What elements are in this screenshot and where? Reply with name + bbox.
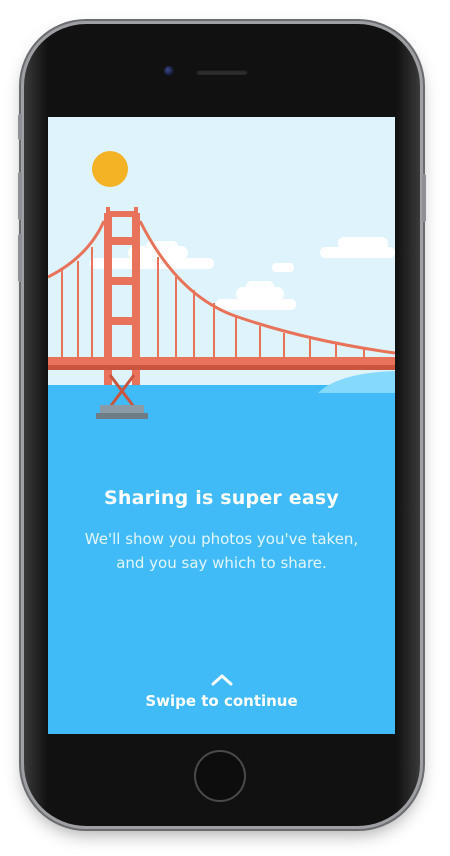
earpiece-speaker bbox=[196, 69, 248, 75]
mute-switch bbox=[18, 114, 22, 140]
home-button[interactable] bbox=[194, 750, 246, 802]
bridge-deck-shadow bbox=[48, 365, 395, 370]
swipe-to-continue-label[interactable]: Swipe to continue bbox=[48, 692, 395, 710]
phone-frame: Sharing is super easy We'll show you pho… bbox=[18, 24, 426, 826]
app-screen[interactable]: Sharing is super easy We'll show you pho… bbox=[48, 117, 395, 734]
sun-icon bbox=[92, 151, 128, 187]
page-description: We'll show you photos you've taken, and … bbox=[84, 530, 359, 572]
volume-up-button bbox=[18, 172, 22, 220]
front-camera bbox=[164, 66, 174, 76]
volume-down-button bbox=[18, 234, 22, 282]
bridge-pier bbox=[96, 413, 148, 419]
power-button bbox=[422, 174, 426, 222]
cloud-icon bbox=[272, 263, 294, 272]
page-title: Sharing is super easy bbox=[103, 487, 339, 509]
bridge-deck bbox=[48, 357, 395, 365]
chevron-up-icon[interactable] bbox=[209, 672, 235, 686]
golden-gate-illustration bbox=[48, 117, 395, 427]
swipe-prompt[interactable]: Swipe to continue bbox=[48, 672, 395, 710]
